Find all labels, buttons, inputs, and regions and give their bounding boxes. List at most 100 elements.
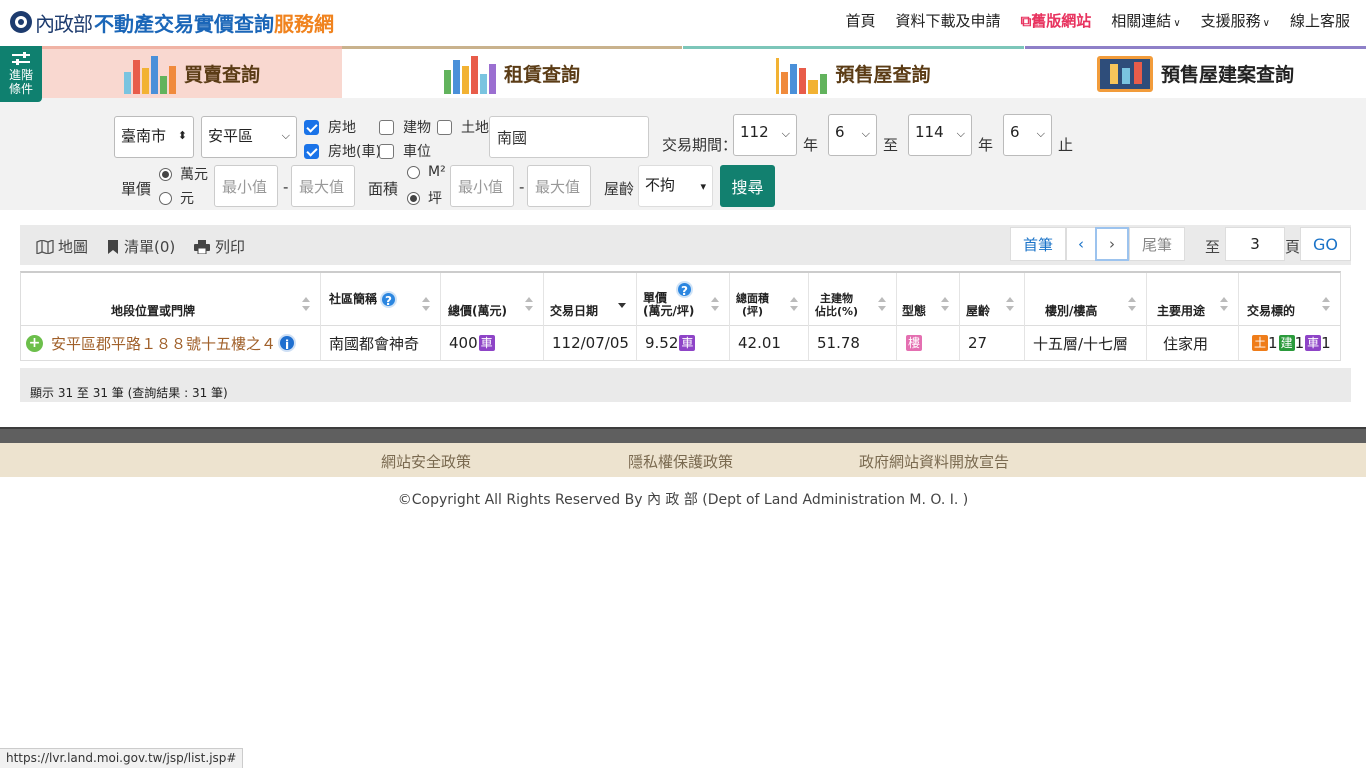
footer-link-open-data[interactable]: 政府網站資料開放宣告 xyxy=(859,451,1009,472)
cell-age: 27 xyxy=(960,326,1025,360)
radio-selected[interactable] xyxy=(159,167,172,181)
table-row[interactable]: + 安平區郡平路１８８號十五樓之４ i 南國都會神奇 400 車 112/07/0… xyxy=(20,326,1341,361)
query-tabs: 買賣查詢 租賃查詢 預售屋查詢 預售屋建案查詢 xyxy=(0,46,1366,98)
district-select[interactable]: 安平區 ⌵ xyxy=(201,116,297,158)
first-page-button[interactable]: 首筆 xyxy=(1010,227,1066,261)
range-dash: - xyxy=(283,178,289,196)
advanced-conditions-button[interactable]: 進階 條件 xyxy=(0,46,42,102)
col-unit-price[interactable]: 單價 (萬元/坪)? xyxy=(637,273,730,326)
expand-plus-icon[interactable]: + xyxy=(26,334,43,352)
col-date[interactable]: 交易日期 xyxy=(544,273,637,326)
next-page-button[interactable]: › xyxy=(1095,227,1129,261)
area-min-input[interactable]: 最小值 xyxy=(450,165,514,207)
col-type[interactable]: 型態 xyxy=(897,273,960,326)
radio-unselected[interactable] xyxy=(407,165,420,179)
tab-rent[interactable]: 租賃查詢 xyxy=(342,46,682,98)
nav-old-site[interactable]: ⧉舊版網站 xyxy=(1021,10,1092,31)
type-checkbox-land[interactable]: 土地 xyxy=(437,117,489,137)
construction-crane-icon xyxy=(776,54,828,94)
period-label: 交易期間： xyxy=(662,136,738,154)
nav-home[interactable]: 首頁 xyxy=(846,10,876,31)
nav-links[interactable]: 相關連結 ∨ xyxy=(1111,10,1180,31)
price-min-input[interactable]: 最小值 xyxy=(214,165,278,207)
print-button[interactable]: 列印 xyxy=(194,236,245,257)
tab-presale[interactable]: 預售屋查詢 xyxy=(683,46,1024,98)
checkbox-unchecked[interactable] xyxy=(379,143,394,159)
cell-usage: 住家用 xyxy=(1147,326,1239,360)
search-button[interactable]: 搜尋 xyxy=(720,165,775,207)
caret-down-icon: ▾ xyxy=(700,180,706,193)
saved-list-button[interactable]: 清單(0) xyxy=(107,236,175,257)
building-type-tag: 樓 xyxy=(906,335,923,351)
col-usage[interactable]: 主要用途 xyxy=(1147,273,1239,326)
sort-icon xyxy=(1128,297,1136,311)
type-checkbox-building[interactable]: 建物 xyxy=(379,117,431,137)
footer-link-security[interactable]: 網站安全政策 xyxy=(381,451,471,472)
chevron-down-icon: ∨ xyxy=(1173,18,1181,29)
checkbox-unchecked[interactable] xyxy=(379,119,394,135)
top-nav: 首頁 資料下載及申請 ⧉舊版網站 相關連結 ∨ 支援服務 ∨ 線上客服 xyxy=(846,10,1350,31)
car-tag: 車 xyxy=(679,335,696,351)
price-max-input[interactable]: 最大值 xyxy=(291,165,355,207)
area-unit-radio-ping[interactable]: 坪 xyxy=(407,188,442,208)
col-floor[interactable]: 樓別/樓高 xyxy=(1025,273,1147,326)
address-link[interactable]: 安平區郡平路１８８號十五樓之４ xyxy=(51,333,276,354)
from-year-select[interactable]: 112 ⌵ xyxy=(733,114,797,156)
moi-emblem-icon xyxy=(10,11,32,33)
cell-total-price: 400 車 xyxy=(441,326,544,360)
checkbox-checked[interactable] xyxy=(304,143,319,159)
col-community[interactable]: 社區簡稱? xyxy=(321,273,441,326)
col-total-price[interactable]: 總價(萬元) xyxy=(441,273,544,326)
checkbox-unchecked[interactable] xyxy=(437,119,452,135)
bookmark-icon xyxy=(108,239,118,254)
col-age[interactable]: 屋齡 xyxy=(960,273,1025,326)
prev-page-button[interactable]: ‹ xyxy=(1066,227,1096,261)
price-unit-radio-yuan[interactable]: 元 xyxy=(159,188,194,208)
checkbox-checked[interactable] xyxy=(304,119,319,135)
browser-status-url: https://lvr.land.moi.gov.tw/jsp/list.jsp… xyxy=(0,748,244,768)
map-button[interactable]: 地圖 xyxy=(36,236,88,257)
city-select[interactable]: 臺南市 ⬍ xyxy=(114,116,194,158)
go-button[interactable]: GO xyxy=(1300,227,1351,261)
sort-icon xyxy=(790,297,798,311)
nav-online-service[interactable]: 線上客服 xyxy=(1290,10,1350,31)
price-unit-radio-wan[interactable]: 萬元 xyxy=(159,164,208,184)
type-checkbox-parking[interactable]: 車位 xyxy=(379,141,431,161)
col-main-ratio[interactable]: 主建物 佔比(%) xyxy=(809,273,897,326)
info-icon[interactable]: i xyxy=(278,334,297,352)
col-target[interactable]: 交易標的 xyxy=(1239,273,1340,326)
cell-type: 樓 xyxy=(897,326,960,360)
area-max-input[interactable]: 最大值 xyxy=(527,165,591,207)
col-address[interactable]: 地段位置或門牌 xyxy=(21,273,321,326)
nav-download[interactable]: 資料下載及申請 xyxy=(896,10,1001,31)
unit-price-label: 單價 xyxy=(121,180,152,198)
area-unit-radio-m2[interactable]: M² xyxy=(407,164,446,180)
last-page-button[interactable]: 尾筆 xyxy=(1129,227,1185,261)
site-logo[interactable]: 內政部 不動產交易實價查詢服務網 xyxy=(10,8,334,36)
chevron-down-icon: ⌵ xyxy=(956,127,965,140)
to-year-select[interactable]: 114 ⌵ xyxy=(908,114,972,156)
help-icon[interactable]: ? xyxy=(380,291,398,308)
tab-sale[interactable]: 買賣查詢 xyxy=(42,46,342,98)
sort-icon xyxy=(422,297,430,311)
to-month-select[interactable]: 6 ⌵ xyxy=(1003,114,1052,156)
page-number-input[interactable]: 3 xyxy=(1225,227,1285,261)
sort-icon xyxy=(1322,297,1330,311)
keyword-input[interactable]: 南國 xyxy=(489,116,649,158)
nav-support[interactable]: 支援服務 ∨ xyxy=(1201,10,1270,31)
col-area[interactable]: 總面積 (坪) xyxy=(730,273,809,326)
type-checkbox-house-land-car[interactable]: 房地(車) xyxy=(304,141,381,161)
radio-selected[interactable] xyxy=(407,191,420,205)
cell-community: 南國都會神奇 xyxy=(321,326,441,360)
help-icon[interactable]: ? xyxy=(676,281,693,298)
footer-nav: 網站安全政策 隱私權保護政策 政府網站資料開放宣告 xyxy=(0,443,1366,477)
footer-link-privacy[interactable]: 隱私權保護政策 xyxy=(628,451,733,472)
age-select[interactable]: 不拘 ▾ xyxy=(638,165,713,207)
sort-icon xyxy=(941,297,949,311)
from-month-select[interactable]: 6 ⌵ xyxy=(828,114,877,156)
tab-presale-project[interactable]: 預售屋建案查詢 xyxy=(1025,46,1366,98)
radio-unselected[interactable] xyxy=(159,191,172,205)
type-checkbox-house-land[interactable]: 房地 xyxy=(304,117,356,137)
chevron-down-icon: ⌵ xyxy=(1036,127,1045,140)
cell-unit-price: 9.52 車 xyxy=(637,326,730,360)
